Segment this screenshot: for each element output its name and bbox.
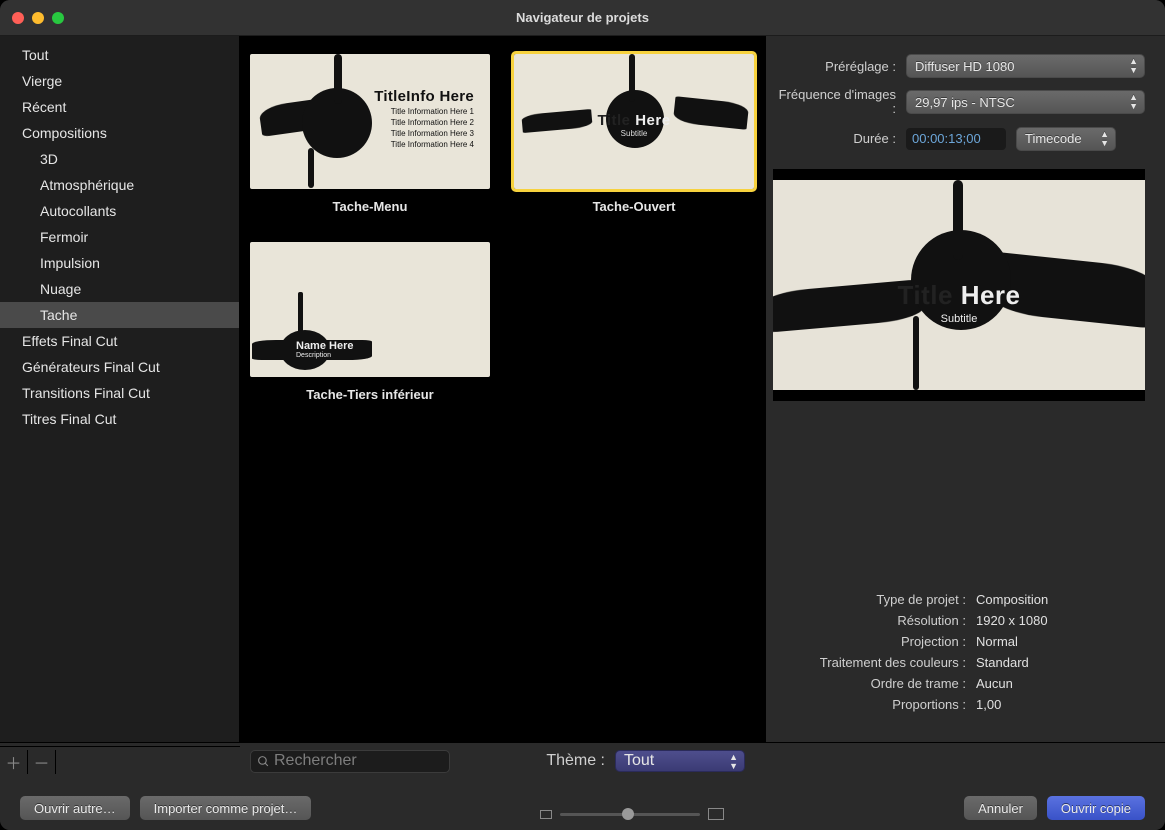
template-title: Tache-Menu xyxy=(333,199,408,214)
meta-type-label: Type de projet : xyxy=(778,592,966,607)
chevron-updown-icon: ▲▼ xyxy=(729,753,738,771)
window-controls xyxy=(12,12,64,24)
sidebar: Tout Vierge Récent Compositions 3D Atmos… xyxy=(0,36,240,742)
titlebar: Navigateur de projets xyxy=(0,0,1165,36)
minimize-icon[interactable] xyxy=(32,12,44,24)
zoom-track[interactable] xyxy=(560,813,700,816)
thumb-text-main-b: Here xyxy=(635,112,670,129)
preview-text-sub: Subtitle xyxy=(773,313,1145,325)
preview-area: Title Here Subtitle xyxy=(773,169,1145,401)
template-thumb: Title Here Subtitle xyxy=(514,54,754,189)
meta-proj-value: Normal xyxy=(976,634,1018,649)
sidebar-item-stickers[interactable]: Autocollants xyxy=(0,198,239,224)
meta-type-value: Composition xyxy=(976,592,1048,607)
template-card-open[interactable]: Title Here Subtitle Tache-Ouvert xyxy=(514,54,754,214)
preset-value: Diffuser HD 1080 xyxy=(915,59,1014,74)
template-card-lower-third[interactable]: Name Here Description Tache-Tiers inféri… xyxy=(250,242,490,402)
theme-select[interactable]: Tout ▲▼ xyxy=(615,750,745,772)
sidebar-item-fc-generators[interactable]: Générateurs Final Cut xyxy=(0,354,239,380)
meta-color-label: Traitement des couleurs : xyxy=(778,655,966,670)
sidebar-item-fc-effects[interactable]: Effets Final Cut xyxy=(0,328,239,354)
theme-value: Tout xyxy=(624,752,654,770)
thumb-text-main: TitleInfo Here xyxy=(374,88,474,105)
close-icon[interactable] xyxy=(12,12,24,24)
sidebar-item-fc-titles[interactable]: Titres Final Cut xyxy=(0,406,239,432)
thumb-text-line: Title Information Here 3 xyxy=(374,129,474,138)
duration-label: Durée : xyxy=(778,131,896,146)
sidebar-item-pulse[interactable]: Impulsion xyxy=(0,250,239,276)
fps-value: 29,97 ips - NTSC xyxy=(915,95,1015,110)
thumbnail-zoom-slider[interactable] xyxy=(540,808,724,820)
meta-aspect-label: Proportions : xyxy=(778,697,966,712)
preview-text-main-a: Title xyxy=(897,280,952,310)
zoom-small-icon xyxy=(540,810,552,819)
meta-color-value: Standard xyxy=(976,655,1029,670)
chevron-updown-icon: ▲▼ xyxy=(1129,93,1138,111)
fps-label: Fréquence d'images : xyxy=(778,88,896,117)
sidebar-item-compositions[interactable]: Compositions xyxy=(0,120,239,146)
template-title: Tache-Tiers inférieur xyxy=(306,387,433,402)
import-as-project-button[interactable]: Importer comme projet… xyxy=(140,796,312,820)
meta-proj-label: Projection : xyxy=(778,634,966,649)
preset-select[interactable]: Diffuser HD 1080 ▲▼ xyxy=(906,54,1145,78)
meta-field-value: Aucun xyxy=(976,676,1013,691)
window-body: Tout Vierge Récent Compositions 3D Atmos… xyxy=(0,36,1165,742)
preview-text-main-b: Here xyxy=(961,280,1021,310)
add-button[interactable]: ＋ xyxy=(0,750,28,774)
preset-label: Préréglage : xyxy=(778,59,896,74)
template-card-menu[interactable]: TitleInfo Here Title Information Here 1 … xyxy=(250,54,490,214)
meta-field-label: Ordre de trame : xyxy=(778,676,966,691)
thumb-text-main: Name Here xyxy=(296,340,353,352)
template-thumb: Name Here Description xyxy=(250,242,490,377)
zoom-icon[interactable] xyxy=(52,12,64,24)
sidebar-item-recent[interactable]: Récent xyxy=(0,94,239,120)
cancel-button[interactable]: Annuler xyxy=(964,796,1037,820)
sidebar-footer: ＋ － xyxy=(0,746,240,776)
duration-unit-value: Timecode xyxy=(1025,131,1082,146)
meta-res-value: 1920 x 1080 xyxy=(976,613,1048,628)
sidebar-item-all[interactable]: Tout xyxy=(0,42,239,68)
duration-field[interactable]: 00:00:13;00 xyxy=(906,128,1006,150)
meta-res-label: Résolution : xyxy=(778,613,966,628)
chevron-updown-icon: ▲▼ xyxy=(1100,130,1109,148)
thumb-text-line: Title Information Here 1 xyxy=(374,107,474,116)
sidebar-item-atmospheric[interactable]: Atmosphérique xyxy=(0,172,239,198)
search-input[interactable]: Rechercher xyxy=(250,750,450,773)
search-placeholder: Rechercher xyxy=(274,752,357,770)
sidebar-item-cloud[interactable]: Nuage xyxy=(0,276,239,302)
inspector-panel: Préréglage : Diffuser HD 1080 ▲▼ Fréquen… xyxy=(765,36,1165,742)
search-icon xyxy=(257,755,270,768)
meta-aspect-value: 1,00 xyxy=(976,697,1001,712)
fps-select[interactable]: 29,97 ips - NTSC ▲▼ xyxy=(906,90,1145,114)
thumb-text-line: Title Information Here 4 xyxy=(374,140,474,149)
duration-unit-select[interactable]: Timecode ▲▼ xyxy=(1016,127,1116,151)
sidebar-item-3d[interactable]: 3D xyxy=(0,146,239,172)
zoom-knob[interactable] xyxy=(622,808,634,820)
thumb-text-sub: Description xyxy=(296,352,353,359)
sidebar-item-fc-transitions[interactable]: Transitions Final Cut xyxy=(0,380,239,406)
project-metadata: Type de projet : Composition Résolution … xyxy=(778,592,1145,712)
bottom-bar: ＋ － Rechercher Thème : Tout ▲▼ Ouvrir au… xyxy=(0,742,1165,830)
open-copy-button[interactable]: Ouvrir copie xyxy=(1047,796,1145,820)
thumb-text-line: Title Information Here 2 xyxy=(374,118,474,127)
open-other-button[interactable]: Ouvrir autre… xyxy=(20,796,130,820)
window-title: Navigateur de projets xyxy=(516,10,649,25)
duration-value: 00:00:13;00 xyxy=(912,131,981,146)
template-title: Tache-Ouvert xyxy=(593,199,676,214)
project-browser-window: Navigateur de projets Tout Vierge Récent… xyxy=(0,0,1165,830)
preview-thumb: Title Here Subtitle xyxy=(773,180,1145,390)
sidebar-item-clasp[interactable]: Fermoir xyxy=(0,224,239,250)
template-thumb: TitleInfo Here Title Information Here 1 … xyxy=(250,54,490,189)
theme-label: Thème : xyxy=(546,752,605,770)
thumbnail-grid: TitleInfo Here Title Information Here 1 … xyxy=(240,36,765,742)
zoom-large-icon xyxy=(708,808,724,820)
thumb-text-main-a: Title xyxy=(597,112,630,129)
remove-button[interactable]: － xyxy=(28,750,56,774)
thumb-text-sub: Subtitle xyxy=(514,129,754,138)
chevron-updown-icon: ▲▼ xyxy=(1129,57,1138,75)
sidebar-item-ink[interactable]: Tache xyxy=(0,302,239,328)
sidebar-item-blank[interactable]: Vierge xyxy=(0,68,239,94)
